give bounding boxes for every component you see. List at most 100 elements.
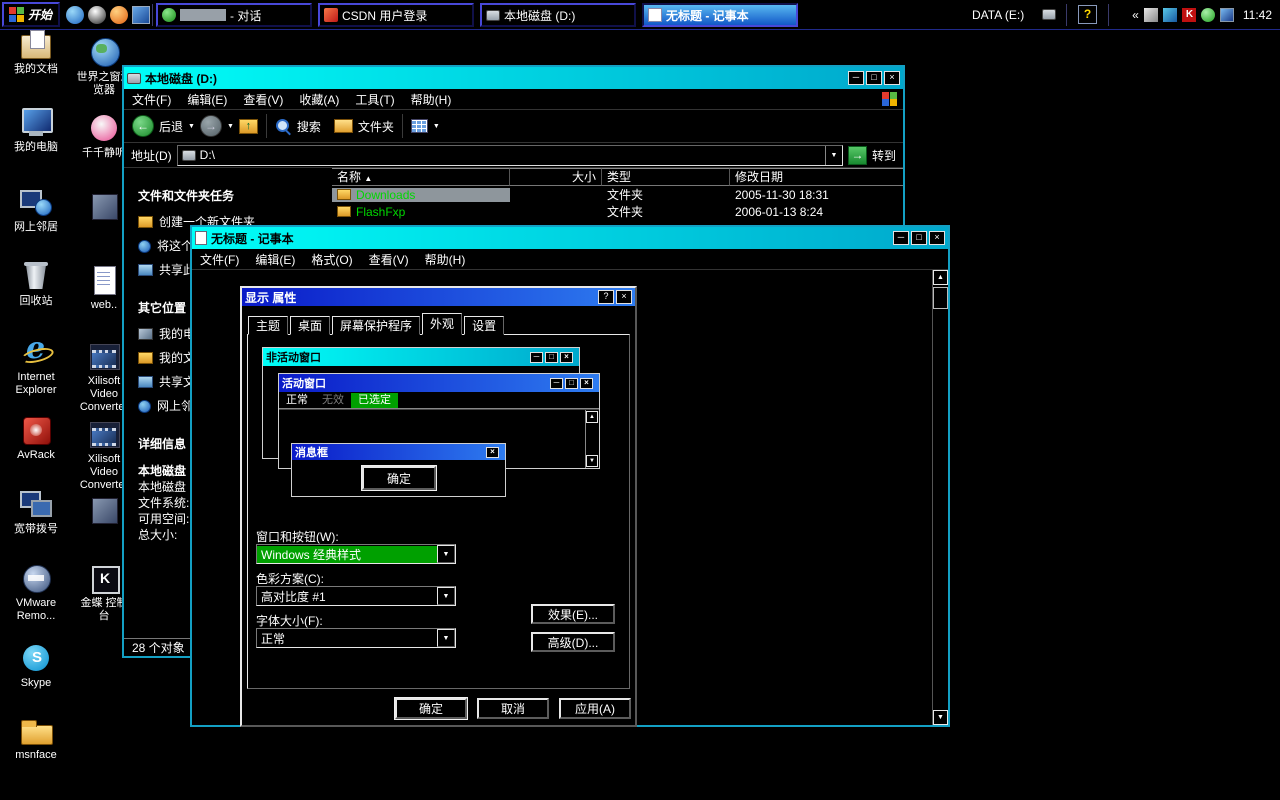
menu-view[interactable]: 查看(V) xyxy=(361,251,417,268)
desktop-icon-my-documents[interactable]: 我的文档 xyxy=(4,28,68,76)
search-icon[interactable] xyxy=(275,118,292,135)
tab-screensaver[interactable]: 屏幕保护程序 xyxy=(332,316,421,335)
maximize-button[interactable]: □ xyxy=(911,231,927,245)
help-button[interactable]: ? xyxy=(598,290,614,304)
minimize-button[interactable]: ─ xyxy=(893,231,909,245)
back-button[interactable]: ← xyxy=(132,115,154,137)
start-button[interactable]: 开始 xyxy=(2,2,60,27)
dialog-title-bar[interactable]: 显示 属性 ? × xyxy=(242,288,635,306)
drive-icon xyxy=(486,9,500,21)
minimize-button[interactable]: ─ xyxy=(848,71,864,85)
drive-icon xyxy=(127,72,141,84)
task-button-local-disk[interactable]: 本地磁盘 (D:) xyxy=(480,3,636,27)
color-scheme-combo[interactable]: 高对比度 #1 ▼ xyxy=(256,586,456,606)
volume-icon[interactable] xyxy=(1143,8,1158,22)
go-icon[interactable]: → xyxy=(847,145,867,165)
ok-button[interactable]: 确定 xyxy=(395,698,467,719)
file-row[interactable]: Downloads 文件夹 2005-11-30 18:31 xyxy=(332,186,903,203)
desktop-icon-recycle-bin[interactable]: 回收站 xyxy=(4,260,68,308)
menu-view[interactable]: 查看(V) xyxy=(235,91,291,108)
desktop-icon-vmware[interactable]: VMware Remo... xyxy=(4,562,68,623)
close-button[interactable]: × xyxy=(884,71,900,85)
quicklaunch-show-desktop-icon[interactable] xyxy=(132,6,150,24)
dropdown-icon[interactable]: ▼ xyxy=(437,629,455,647)
file-row[interactable]: FlashFxp 文件夹 2006-01-13 8:24 xyxy=(332,203,903,220)
address-input[interactable]: D:\ ▼ xyxy=(176,144,843,166)
column-header-modified[interactable]: 修改日期 xyxy=(730,168,903,186)
desktop-icon-skype[interactable]: Skype xyxy=(4,642,68,690)
desktop-icon-avrack[interactable]: AvRack xyxy=(4,414,68,462)
clock[interactable]: 11:42 xyxy=(1243,8,1272,22)
task-button-notepad[interactable]: 无标题 - 记事本 xyxy=(642,3,798,27)
menu-tools[interactable]: 工具(T) xyxy=(347,91,402,108)
dropdown-icon[interactable]: ▼ xyxy=(437,545,455,563)
scroll-up-icon[interactable]: ▲ xyxy=(933,270,948,285)
quicklaunch-world-icon[interactable] xyxy=(66,6,84,24)
antivirus-icon[interactable] xyxy=(1181,8,1196,22)
drive-toolbar-label[interactable]: DATA (E:) xyxy=(972,8,1024,22)
scrollbar-thumb[interactable] xyxy=(933,287,948,309)
forward-button[interactable]: → xyxy=(199,115,222,137)
maximize-button[interactable]: □ xyxy=(866,71,882,85)
column-header-name[interactable]: 名称 ▲ xyxy=(332,168,510,186)
cancel-button[interactable]: 取消 xyxy=(477,698,549,719)
close-button[interactable]: × xyxy=(929,231,945,245)
tab-themes[interactable]: 主题 xyxy=(248,316,289,335)
menu-help[interactable]: 帮助(H) xyxy=(417,251,474,268)
menu-format[interactable]: 格式(O) xyxy=(303,251,360,268)
explorer-title-bar[interactable]: 本地磁盘 (D:) ─ □ × xyxy=(124,67,903,89)
menu-file[interactable]: 文件(F) xyxy=(124,91,179,108)
tab-settings[interactable]: 设置 xyxy=(464,316,505,335)
back-label[interactable]: 后退 xyxy=(159,118,183,135)
window-buttons-combo[interactable]: Windows 经典样式 ▼ xyxy=(256,544,456,564)
menu-file[interactable]: 文件(F) xyxy=(192,251,247,268)
vertical-scrollbar[interactable]: ▲ ▼ xyxy=(932,270,948,725)
address-dropdown-icon[interactable]: ▼ xyxy=(824,145,842,165)
start-label: 开始 xyxy=(28,8,53,22)
menu-help[interactable]: 帮助(H) xyxy=(403,91,460,108)
desktop-icon-network-places[interactable]: 网上邻居 xyxy=(4,186,68,234)
up-button[interactable]: ↑ xyxy=(238,118,258,134)
scroll-down-icon[interactable]: ▼ xyxy=(933,710,948,725)
task-button-csdn[interactable]: CSDN 用户登录 xyxy=(318,3,474,27)
column-header-size[interactable]: 大小 xyxy=(510,168,602,186)
desktop-icon-my-computer[interactable]: 我的电脑 xyxy=(4,106,68,154)
file-name-cell[interactable]: Downloads xyxy=(332,187,510,202)
folders-icon[interactable] xyxy=(333,119,353,133)
file-name-cell[interactable]: FlashFxp xyxy=(332,205,510,219)
menu-edit[interactable]: 编辑(E) xyxy=(247,251,303,268)
tab-desktop[interactable]: 桌面 xyxy=(290,316,331,335)
desktop-icon-internet-explorer[interactable]: Internet Explorer xyxy=(4,331,68,397)
views-dropdown-icon[interactable]: ▼ xyxy=(433,123,440,130)
desktop-icon-broadband-dialup[interactable]: 宽带拨号 xyxy=(4,488,68,536)
tray-expand-icon[interactable]: « xyxy=(1132,8,1139,22)
display-settings-icon[interactable] xyxy=(1219,8,1234,22)
task-button-chat[interactable]: - 对话 xyxy=(156,3,312,27)
quicklaunch-media-icon[interactable] xyxy=(110,6,128,24)
network-icon[interactable] xyxy=(1162,8,1177,22)
font-size-combo[interactable]: 正常 ▼ xyxy=(256,628,456,648)
desktop-icon-msnface[interactable]: msnface xyxy=(4,714,68,762)
taskbar-separator xyxy=(1108,4,1109,26)
tab-appearance[interactable]: 外观 xyxy=(422,313,463,335)
views-icon[interactable] xyxy=(410,119,428,133)
apply-button[interactable]: 应用(A) xyxy=(559,698,631,719)
back-dropdown-icon[interactable]: ▼ xyxy=(188,123,195,130)
folders-label[interactable]: 文件夹 xyxy=(358,118,394,135)
notepad-title-bar[interactable]: 无标题 - 记事本 ─ □ × xyxy=(192,227,948,249)
messenger-icon[interactable] xyxy=(1200,8,1215,22)
forward-dropdown-icon[interactable]: ▼ xyxy=(227,123,234,130)
close-button[interactable]: × xyxy=(616,290,632,304)
advanced-button[interactable]: 高级(D)... xyxy=(531,632,615,652)
notepad-icon xyxy=(195,231,207,245)
drive-icon xyxy=(181,149,196,161)
menu-edit[interactable]: 编辑(E) xyxy=(179,91,235,108)
dropdown-icon[interactable]: ▼ xyxy=(437,587,455,605)
effects-button[interactable]: 效果(E)... xyxy=(531,604,615,624)
go-label[interactable]: 转到 xyxy=(872,147,896,164)
menu-favorites[interactable]: 收藏(A) xyxy=(291,91,347,108)
help-icon[interactable]: ? xyxy=(1078,5,1097,24)
column-header-type[interactable]: 类型 xyxy=(602,168,730,186)
quicklaunch-messenger-icon[interactable] xyxy=(88,6,106,24)
search-label[interactable]: 搜索 xyxy=(297,118,321,135)
